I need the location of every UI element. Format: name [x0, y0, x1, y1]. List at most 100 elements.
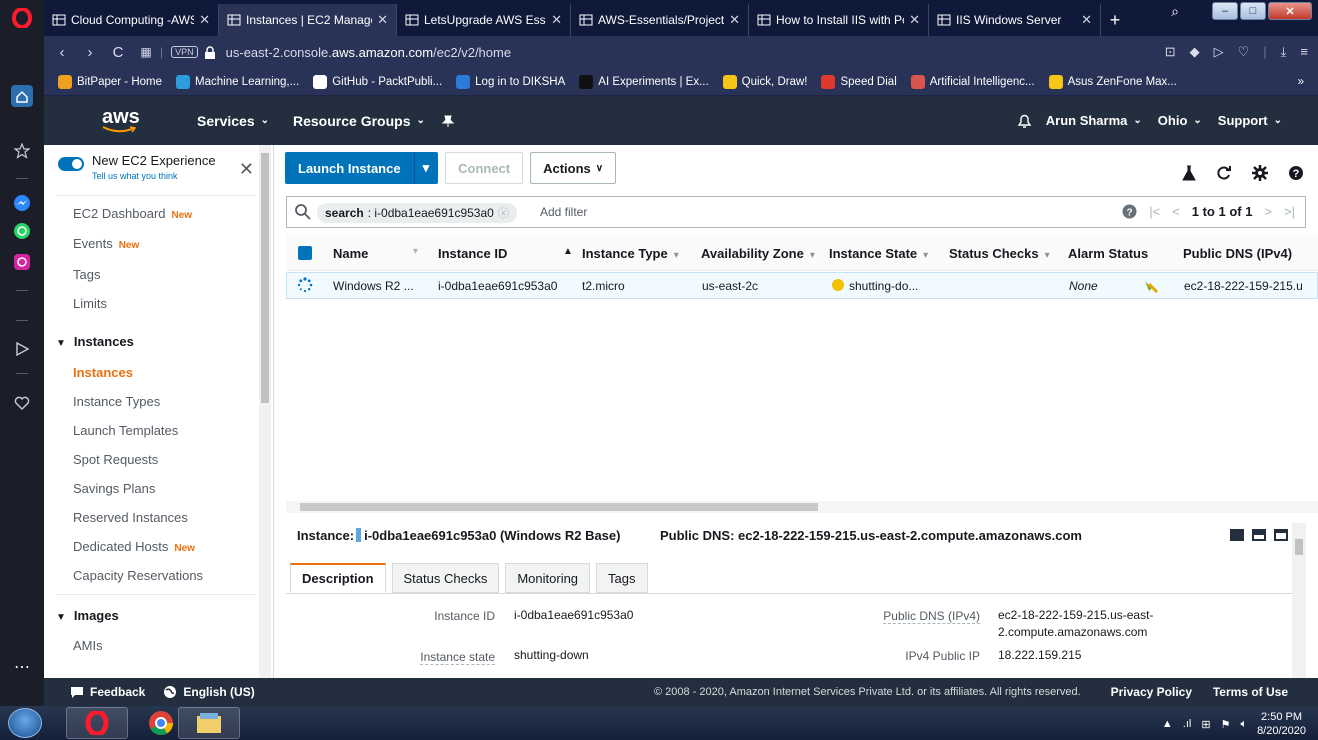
- close-icon[interactable]: ✕: [729, 12, 740, 28]
- sort-asc-icon[interactable]: ▲: [563, 246, 573, 257]
- bookmark-item[interactable]: Speed Dial: [821, 74, 897, 89]
- sidebar-item-instances[interactable]: Instances: [73, 365, 133, 380]
- alarm-bell-icon[interactable]: [1143, 278, 1159, 294]
- last-page-icon[interactable]: >|: [1284, 204, 1295, 219]
- close-icon[interactable]: ✕: [551, 12, 562, 28]
- sidebar-section-instances[interactable]: ▼ Instances: [56, 334, 134, 349]
- pin-icon[interactable]: [441, 114, 455, 128]
- aws-logo[interactable]: aws: [102, 107, 150, 133]
- bookmark-item[interactable]: Asus ZenFone Max...: [1048, 74, 1177, 89]
- network-icon[interactable]: ⊞: [1201, 718, 1210, 731]
- browser-tab[interactable]: Cloud Computing -AWS ✕: [44, 4, 219, 36]
- select-all-checkbox[interactable]: [298, 246, 312, 260]
- column-header[interactable]: Public DNS (IPv4): [1183, 246, 1292, 261]
- back-icon[interactable]: ‹: [48, 44, 76, 61]
- browser-tab-active[interactable]: Instances | EC2 Managem ✕: [219, 4, 397, 36]
- bookmark-item[interactable]: Quick, Draw!: [722, 74, 807, 89]
- sidebar-item-events[interactable]: Events New: [73, 236, 139, 251]
- lock-icon[interactable]: [204, 45, 216, 59]
- vpn-badge[interactable]: VPN: [171, 46, 198, 58]
- launch-dropdown-icon[interactable]: ▾: [413, 152, 439, 184]
- tab-monitoring[interactable]: Monitoring: [505, 563, 591, 593]
- minimize-button[interactable]: –: [1212, 2, 1238, 20]
- sidebar-item-instance-types[interactable]: Instance Types: [73, 394, 160, 409]
- first-page-icon[interactable]: |<: [1149, 204, 1160, 219]
- prev-page-icon[interactable]: <: [1172, 204, 1180, 219]
- column-header[interactable]: Instance Type ▾: [582, 246, 679, 261]
- column-header[interactable]: Alarm Status: [1068, 246, 1148, 261]
- close-icon[interactable]: ✕: [909, 12, 920, 28]
- snapshot-icon[interactable]: ⊡: [1165, 44, 1176, 60]
- add-filter-input[interactable]: Add filter: [540, 205, 587, 219]
- support-menu[interactable]: Support ⌄: [1218, 113, 1282, 128]
- actions-button[interactable]: Actions ∨: [530, 152, 617, 184]
- language-selector[interactable]: English (US): [163, 685, 255, 699]
- table-row[interactable]: Windows R2 ... i-0dba1eae691c953a0 t2.mi…: [286, 272, 1318, 299]
- heart-icon[interactable]: [11, 392, 33, 414]
- tab-description[interactable]: Description: [290, 563, 386, 593]
- volume-icon[interactable]: 🔈︎: [1240, 718, 1247, 731]
- sidebar-item-limits[interactable]: Limits: [73, 296, 107, 311]
- sidebar-item-spot-requests[interactable]: Spot Requests: [73, 452, 158, 467]
- column-header[interactable]: Instance State ▾: [829, 246, 928, 261]
- resource-groups-menu[interactable]: Resource Groups ⌄: [293, 113, 425, 129]
- maximize-button[interactable]: □: [1240, 2, 1266, 20]
- tab-status-checks[interactable]: Status Checks: [391, 563, 500, 593]
- terms-of-use-link[interactable]: Terms of Use: [1213, 685, 1288, 699]
- help-icon[interactable]: ?: [1288, 165, 1304, 181]
- pane-split-icon[interactable]: [1252, 529, 1266, 541]
- flow-icon[interactable]: [11, 338, 33, 360]
- sidebar-scrollbar[interactable]: [259, 145, 271, 678]
- feedback-button[interactable]: Feedback: [70, 685, 145, 699]
- home-icon[interactable]: [11, 85, 33, 107]
- details-scrollbar[interactable]: [1292, 523, 1306, 678]
- sidebar-item-savings-plans[interactable]: Savings Plans: [73, 481, 155, 496]
- bookmark-item[interactable]: Machine Learning,...: [176, 74, 299, 89]
- column-header[interactable]: Name: [333, 246, 368, 261]
- sidebar-item-amis[interactable]: AMIs: [73, 638, 103, 653]
- bookmarks-overflow-icon[interactable]: »: [1298, 76, 1304, 88]
- bookmark-item[interactable]: GitHub - PacktPubli...: [313, 74, 442, 89]
- column-header[interactable]: Availability Zone ▾: [701, 246, 815, 261]
- window-close-button[interactable]: ✕: [1268, 2, 1312, 20]
- search-tabs-icon[interactable]: ⌕: [1162, 2, 1188, 20]
- more-icon[interactable]: ⋯: [11, 656, 33, 678]
- sidebar-item-launch-templates[interactable]: Launch Templates: [73, 423, 178, 438]
- star-icon[interactable]: [11, 140, 33, 162]
- services-menu[interactable]: Services ⌄: [197, 113, 269, 129]
- close-icon[interactable]: ✕: [377, 12, 388, 28]
- tab-tags[interactable]: Tags: [596, 563, 648, 593]
- messenger-icon[interactable]: [11, 192, 33, 214]
- browser-tab[interactable]: IIS Windows Server ✕: [929, 4, 1101, 36]
- bookmark-item[interactable]: AI Experiments | Ex...: [579, 74, 709, 89]
- pane-minimize-icon[interactable]: [1274, 529, 1288, 541]
- browser-tab[interactable]: AWS-Essentials/Project D ✕: [571, 4, 749, 36]
- new-tab-button[interactable]: +: [1101, 4, 1129, 36]
- heart-icon[interactable]: ♡: [1238, 44, 1250, 60]
- bookmark-item[interactable]: Log in to DIKSHA: [456, 74, 565, 89]
- easy-setup-icon[interactable]: ≡: [1300, 44, 1308, 60]
- sidebar-item-reserved-instances[interactable]: Reserved Instances: [73, 510, 188, 525]
- sidebar-item-capacity-reservations[interactable]: Capacity Reservations: [73, 568, 203, 583]
- refresh-icon[interactable]: [1216, 165, 1232, 181]
- remove-token-icon[interactable]: ⓧ: [498, 205, 509, 221]
- search-token[interactable]: search: i-0dba1eae691c953a0 ⓧ: [317, 203, 517, 223]
- close-icon[interactable]: ✕: [239, 159, 254, 180]
- sidebar-section-images[interactable]: ▼ Images: [56, 608, 119, 623]
- column-header[interactable]: Status Checks ▾: [949, 246, 1050, 261]
- gear-icon[interactable]: [1252, 165, 1268, 181]
- bell-icon[interactable]: [1017, 113, 1032, 129]
- flag-icon[interactable]: ⚑: [1221, 718, 1231, 731]
- forward-icon[interactable]: ›: [76, 44, 104, 61]
- bookmark-item[interactable]: Artificial Intelligenc...: [910, 74, 1035, 89]
- column-header[interactable]: Instance ID: [438, 246, 507, 261]
- pane-maximize-icon[interactable]: [1230, 529, 1244, 541]
- sort-icon[interactable]: ▾: [413, 246, 418, 257]
- sidebar-item-tags[interactable]: Tags: [73, 267, 100, 282]
- flow-send-icon[interactable]: ▷: [1214, 44, 1224, 60]
- connect-button[interactable]: Connect: [445, 152, 524, 184]
- browser-tab[interactable]: LetsUpgrade AWS Essent ✕: [397, 4, 571, 36]
- flask-icon[interactable]: [1182, 165, 1196, 181]
- speed-dial-icon[interactable]: ▦: [132, 45, 160, 59]
- signal-icon[interactable]: .ıl: [1183, 718, 1192, 730]
